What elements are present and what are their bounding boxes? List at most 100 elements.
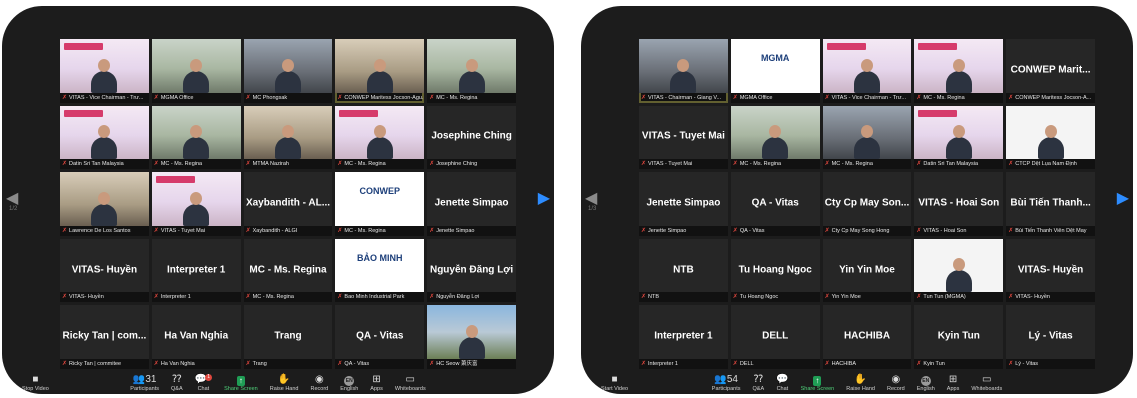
video-toggle-button[interactable]: ■ Start Video	[601, 374, 628, 392]
participant-label-text: HC Seow 萧庆富	[436, 360, 478, 367]
participant-tile[interactable]: ✗ CONWEP Maritess Jocson-Agu...	[335, 39, 425, 103]
next-page-arrow-icon[interactable]: ▶	[538, 188, 550, 208]
video-toggle-button[interactable]: ■ Stop Video	[22, 374, 49, 392]
participant-tile[interactable]: ✗ MC - Ms. Regina	[151, 105, 241, 170]
participant-label-text: VITAS - Vice Chairman - Trư...	[69, 94, 144, 101]
participant-tile[interactable]: VITAS- Huyền ✗ VITAS- Huyền	[1006, 238, 1095, 303]
participant-tile[interactable]: Ha Van Nghia ✗ Ha Van Nghia	[151, 305, 241, 369]
whiteboards-button[interactable]: ▭ Whiteboards	[971, 374, 1002, 392]
participant-label-text: NTB	[648, 294, 660, 301]
language-button[interactable]: EN English	[917, 374, 935, 392]
participant-tile[interactable]: ✗ MTMA Nazirah	[243, 105, 333, 170]
record-button[interactable]: ◉ Record	[887, 374, 905, 392]
participant-tile[interactable]: Ricky Tan | com... ✗ Ricky Tan | commitee	[60, 305, 149, 369]
participant-display-name: Tu Hoang Ngoc	[738, 263, 812, 275]
participant-tile[interactable]: Cty Cp May Son... ✗ Cty Cp May Song Hong	[822, 172, 912, 236]
participant-tile[interactable]: ✗ MC - Ms. Regina	[335, 105, 425, 170]
participant-tile[interactable]: ✗ Datin Sri Tan Malaysia	[914, 105, 1004, 170]
record-button[interactable]: ◉ Record	[311, 374, 329, 392]
participant-tile[interactable]: QA - Vitas ✗ QA - Vitas	[730, 172, 820, 236]
participant-tile[interactable]: ✗ MGMA Office	[151, 39, 241, 103]
participant-video	[822, 105, 912, 160]
record-icon: ◉	[315, 374, 324, 386]
participant-figure	[91, 191, 118, 226]
next-page-arrow-icon[interactable]: ▶	[1117, 188, 1129, 208]
mic-muted-icon: ✗	[916, 294, 922, 301]
participant-tile[interactable]: MC - Ms. Regina ✗ MC - Ms. Regina	[243, 238, 333, 303]
share-screen-button[interactable]: ↑ Share Screen	[224, 376, 258, 392]
participant-tile[interactable]: ✗ MC - Ms. Regina	[914, 39, 1004, 103]
participant-tile[interactable]: VITAS - Hoai Son ✗ VITAS - Hoai Son	[914, 172, 1004, 236]
participant-tile[interactable]: Jenette Simpao ✗ Jenette Simpao	[427, 172, 516, 236]
participant-tile[interactable]: Nguyễn Đăng Lợi ✗ Nguyễn Đăng Lợi	[427, 238, 516, 303]
participant-tile[interactable]: ✗ VITAS - Chairman - Giang V...	[639, 39, 728, 103]
participant-tile[interactable]: ✗ VITAS - Vice Chairman - Trư...	[822, 39, 912, 103]
mic-muted-icon: ✗	[429, 360, 435, 367]
participants-label: Participants	[711, 386, 741, 392]
participants-button[interactable]: 👥31 Participants	[130, 374, 159, 392]
participant-tile[interactable]: NTB ✗ NTB	[639, 238, 728, 303]
participant-tile[interactable]: ✗ MC - Ms. Regina	[730, 105, 820, 170]
participant-tile[interactable]: MGMA ✗ MGMA Office	[730, 39, 820, 103]
share-screen-button[interactable]: ↑ Share Screen	[801, 376, 834, 392]
participant-display-name: Cty Cp May Son...	[824, 197, 910, 209]
participant-tile[interactable]: ✗ MC Phongsak	[243, 39, 333, 103]
participant-tile[interactable]: ✗ Tun Tun (MGMA)	[914, 238, 1004, 303]
qa-button[interactable]: ⁇ Q&A	[753, 374, 765, 392]
mic-muted-icon: ✗	[732, 360, 738, 367]
whiteboards-label: Whiteboards	[394, 386, 426, 392]
page-indicator: 1/3	[588, 206, 597, 212]
participant-label-text: Interpreter 1	[160, 294, 191, 301]
participant-tile[interactable]: VITAS- Huyền ✗ VITAS- Huyền	[60, 238, 149, 303]
participant-label-text: Interpreter 1	[648, 360, 678, 367]
raise-hand-button[interactable]: ✋ Raise Hand	[270, 374, 299, 392]
participant-name-label: ✗ HACHIBA	[822, 358, 912, 369]
participant-figure	[183, 191, 210, 226]
participant-tile[interactable]: ✗ VITAS - Vice Chairman - Trư...	[60, 39, 149, 103]
previous-page-arrow-icon[interactable]: ◀	[6, 188, 18, 208]
participants-button[interactable]: 👥54 Participants	[712, 374, 741, 392]
participant-tile[interactable]: CONWEP ✗ MC - Ms. Regina	[335, 172, 425, 236]
participant-tile[interactable]: VITAS - Tuyet Mai ✗ VITAS - Tuyet Mai	[639, 105, 728, 170]
participant-tile[interactable]: ✗ CTCP Dệt Lụa Nam Định	[1006, 105, 1095, 170]
participant-name-label: ✗ Trang	[243, 358, 333, 369]
participant-label-text: VITAS - Vice Chairman - Trư...	[831, 94, 907, 101]
chat-button[interactable]: 💬1 Chat	[195, 374, 213, 392]
participant-tile[interactable]: Interpreter 1 ✗ Interpreter 1	[639, 305, 728, 369]
raise-hand-button[interactable]: ✋ Raise Hand	[846, 374, 875, 392]
participant-tile[interactable]: Lý - Vitas ✗ Lý - Vitas	[1006, 305, 1095, 369]
participant-tile[interactable]: BẢO MINH ✗ Bao Minh Industrial Park	[335, 238, 425, 303]
previous-page-arrow-icon[interactable]: ◀	[585, 188, 597, 208]
participant-tile[interactable]: ✗ VITAS - Tuyet Mai	[151, 172, 241, 236]
participant-tile[interactable]: Tu Hoang Ngoc ✗ Tu Hoang Ngoc	[730, 238, 820, 303]
qa-button[interactable]: ⁇ Q&A	[171, 374, 183, 392]
mic-muted-icon: ✗	[1008, 360, 1014, 367]
participant-tile[interactable]: HACHIBA ✗ HACHIBA	[822, 305, 912, 369]
participant-tile[interactable]: ✗ Datin Sri Tan Malaysia	[60, 105, 149, 170]
whiteboards-button[interactable]: ▭ Whiteboards	[395, 374, 426, 392]
participant-tile[interactable]: QA - Vitas ✗ QA - Vitas	[335, 305, 425, 369]
participant-tile[interactable]: Kyin Tun ✗ Kyin Tun	[914, 305, 1004, 369]
qa-icon-glyph: ⁇	[172, 374, 182, 385]
participant-tile[interactable]: ✗ HC Seow 萧庆富	[427, 305, 516, 369]
participant-tile[interactable]: ✗ MC - Ms. Regina	[822, 105, 912, 170]
participant-tile[interactable]: DELL ✗ DELL	[730, 305, 820, 369]
participant-tile[interactable]: Bùi Tiến Thanh... ✗ Bùi Tiến Thanh Viên Dệ…	[1006, 172, 1095, 236]
apps-button[interactable]: ⊞ Apps	[370, 374, 383, 392]
apps-button[interactable]: ⊞ Apps	[947, 374, 960, 392]
participant-tile[interactable]: Trang ✗ Trang	[243, 305, 333, 369]
participant-tile[interactable]: Yin Yin Moe ✗ Yin Yin Moe	[822, 238, 912, 303]
chat-button[interactable]: 💬 Chat	[776, 374, 788, 392]
participant-tile[interactable]: Jenette Simpao ✗ Jenette Simpao	[639, 172, 728, 236]
participant-name-label: ✗ MC - Ms. Regina	[335, 159, 425, 170]
participant-tile[interactable]: CONWEP Marit... ✗ CONWEP Maritess Jocson-A…	[1006, 39, 1095, 103]
participant-tile[interactable]: ✗ MC - Ms. Regina	[427, 39, 516, 103]
participant-tile[interactable]: Xaybandith - AL... ✗ Xaybandith - ALGI	[243, 172, 333, 236]
participant-tile[interactable]: Josephine Ching ✗ Josephine Ching	[427, 105, 516, 170]
mic-muted-icon: ✗	[641, 94, 647, 101]
participant-tile[interactable]: ✗ Lawrence De Los Santos	[60, 172, 149, 236]
participant-tile[interactable]: Interpreter 1 ✗ Interpreter 1	[151, 238, 241, 303]
qa-icon: ⁇	[172, 374, 181, 386]
language-button[interactable]: EN English	[340, 374, 358, 392]
video-camera-icon: ■	[611, 374, 618, 385]
